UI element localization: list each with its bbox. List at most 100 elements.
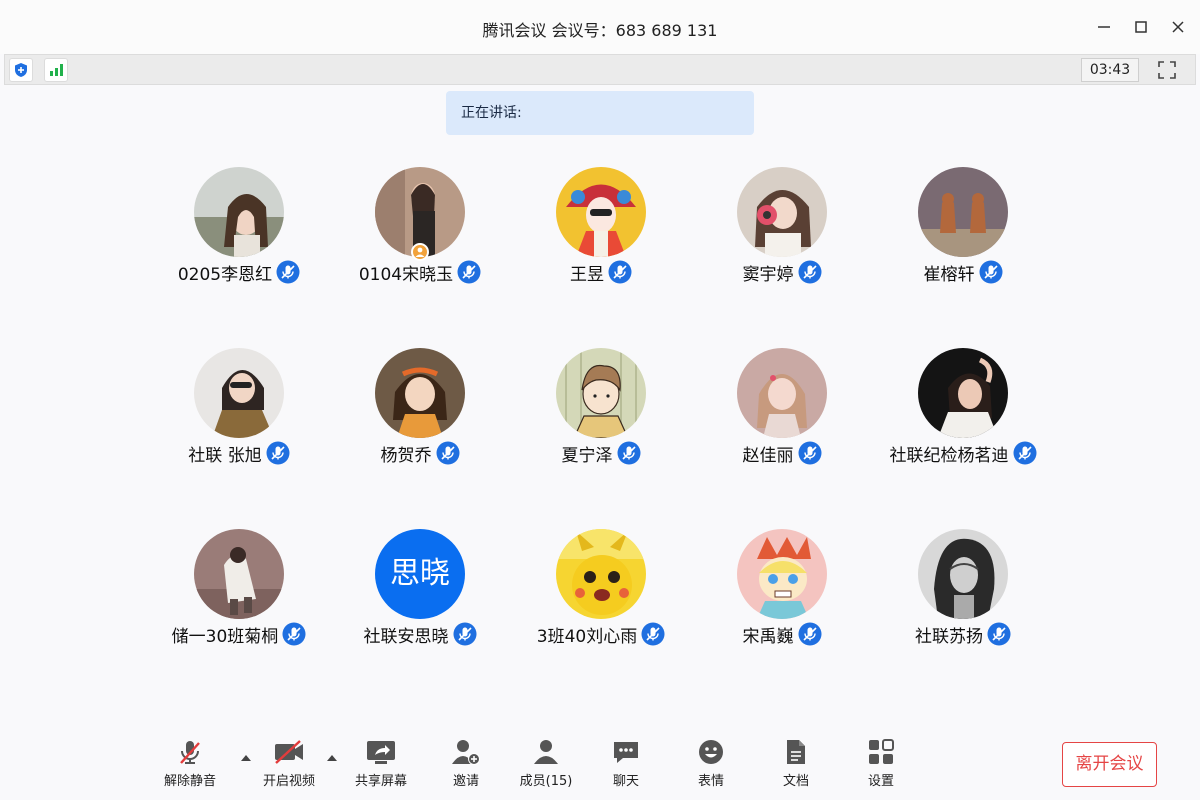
share-screen-icon	[367, 741, 395, 764]
fullscreen-button[interactable]	[1155, 58, 1179, 82]
participant-name-row: 0205李恩红	[149, 259, 329, 285]
mic-muted-icon	[1013, 441, 1036, 465]
network-status-button[interactable]	[44, 58, 68, 82]
close-icon	[1172, 21, 1184, 33]
invite-label: 邀请	[452, 774, 479, 789]
start-video-button[interactable]: 开启视频	[249, 738, 329, 794]
avatar	[194, 348, 284, 438]
invite-user-icon	[452, 740, 480, 765]
participant-name-row: 社联安思晓	[330, 621, 510, 647]
meeting-info-bar: 03:43	[4, 54, 1196, 85]
mic-muted-icon	[798, 260, 821, 284]
participant-tile[interactable]: 窦宇婷	[692, 167, 872, 297]
reactions-button[interactable]: 表情	[671, 738, 751, 794]
participant-name: 社联苏扬	[915, 626, 983, 647]
reactions-label: 表情	[697, 774, 724, 789]
participant-tile[interactable]: 宋禹巍	[692, 529, 872, 659]
bottom-toolbar: 解除静音 开启视频 共享屏幕 邀请 成员(15) 聊天 表情 文档 设置 离开会…	[0, 730, 1200, 800]
maximize-icon	[1135, 21, 1147, 33]
avatar	[194, 529, 284, 619]
start-video-label: 开启视频	[262, 774, 315, 789]
unmute-label: 解除静音	[163, 774, 216, 789]
unmute-button[interactable]: 解除静音	[150, 738, 230, 794]
signal-icon	[50, 64, 63, 76]
invite-button[interactable]: 邀请	[426, 738, 506, 794]
document-icon	[787, 740, 805, 764]
minimize-button[interactable]	[1091, 14, 1117, 40]
participant-name: 窦宇婷	[742, 264, 794, 285]
participant-name-row: 杨贺乔	[330, 440, 510, 466]
avatar	[918, 529, 1008, 619]
leave-meeting-button[interactable]: 离开会议	[1062, 742, 1157, 787]
mic-muted-icon	[608, 260, 632, 284]
participant-name-row: 窦宇婷	[692, 259, 872, 285]
chat-button[interactable]: 聊天	[586, 738, 666, 794]
participant-tile[interactable]: 社联纪检杨茗迪	[873, 348, 1053, 478]
participant-name-row: 社联苏扬	[873, 621, 1053, 647]
avatar	[737, 348, 827, 438]
avatar	[737, 167, 827, 257]
participant-tile[interactable]: 王昱	[511, 167, 691, 297]
avatar: 思晓	[375, 529, 465, 619]
participant-tile[interactable]: 夏宁泽	[511, 348, 691, 478]
participant-name-row: 崔榕轩	[873, 259, 1053, 285]
members-icon	[534, 740, 558, 764]
settings-button[interactable]: 设置	[841, 738, 921, 794]
participant-name-row: 0104宋晓玉	[330, 259, 510, 285]
avatar	[556, 529, 646, 619]
participant-name-row: 夏宁泽	[511, 440, 691, 466]
participant-tile[interactable]: 杨贺乔	[330, 348, 510, 478]
avatar	[375, 348, 465, 438]
participant-name: 0205李恩红	[177, 264, 273, 285]
mic-muted-icon	[617, 441, 640, 465]
participant-tile[interactable]: 赵佳丽	[692, 348, 872, 478]
share-screen-label: 共享屏幕	[354, 774, 407, 789]
meeting-timer: 03:43	[1081, 58, 1139, 82]
security-button[interactable]	[9, 58, 33, 82]
close-button[interactable]	[1165, 14, 1191, 40]
participant-name: 宋禹巍	[742, 626, 794, 647]
participant-name-row: 3班40刘心雨	[511, 621, 691, 647]
participant-tile[interactable]: 社联 张旭	[149, 348, 329, 478]
speaking-indicator: 正在讲话:	[446, 91, 754, 135]
participant-name: 杨贺乔	[380, 445, 432, 466]
window-title: 腾讯会议 会议号：683 689 131	[482, 21, 718, 40]
mic-muted-icon	[987, 622, 1011, 646]
mic-muted-icon	[276, 260, 300, 284]
participant-name-row: 社联 张旭	[149, 440, 329, 466]
participant-tile[interactable]: 储一30班菊桐	[149, 529, 329, 659]
docs-label: 文档	[782, 774, 809, 789]
maximize-button[interactable]	[1128, 14, 1154, 40]
participant-tile[interactable]: 思晓 社联安思晓	[330, 529, 510, 659]
video-off-icon	[275, 740, 303, 764]
title-bar: 腾讯会议 会议号：683 689 131	[0, 0, 1200, 54]
settings-label: 设置	[867, 774, 894, 789]
avatar	[556, 348, 646, 438]
avatar	[737, 529, 827, 619]
smiley-icon	[699, 740, 723, 764]
participant-name: 储一30班菊桐	[171, 626, 279, 647]
share-screen-button[interactable]: 共享屏幕	[341, 738, 421, 794]
participant-name-row: 宋禹巍	[692, 621, 872, 647]
participant-tile[interactable]: 3班40刘心雨	[511, 529, 691, 659]
shield-icon	[15, 63, 27, 77]
mic-muted-icon	[266, 441, 290, 465]
members-button[interactable]: 成员(15)	[506, 738, 586, 794]
participant-tile[interactable]: 崔榕轩	[873, 167, 1053, 297]
docs-button[interactable]: 文档	[756, 738, 836, 794]
chat-icon	[614, 742, 638, 763]
mic-muted-icon	[453, 622, 476, 646]
participant-tile[interactable]: 社联苏扬	[873, 529, 1053, 659]
mic-off-icon	[180, 741, 200, 764]
video-options-caret-icon[interactable]	[326, 752, 338, 764]
avatar	[556, 167, 646, 257]
minimize-icon	[1098, 26, 1110, 28]
grid-settings-icon	[869, 739, 894, 764]
mic-muted-icon	[979, 260, 1002, 284]
fullscreen-icon	[1158, 61, 1176, 79]
participant-name: 社联 张旭	[188, 445, 262, 466]
participant-tile[interactable]: 0104宋晓玉	[330, 167, 510, 297]
participant-name: 王昱	[570, 264, 604, 285]
participant-tile[interactable]: 0205李恩红	[149, 167, 329, 297]
mic-muted-icon	[641, 622, 665, 646]
